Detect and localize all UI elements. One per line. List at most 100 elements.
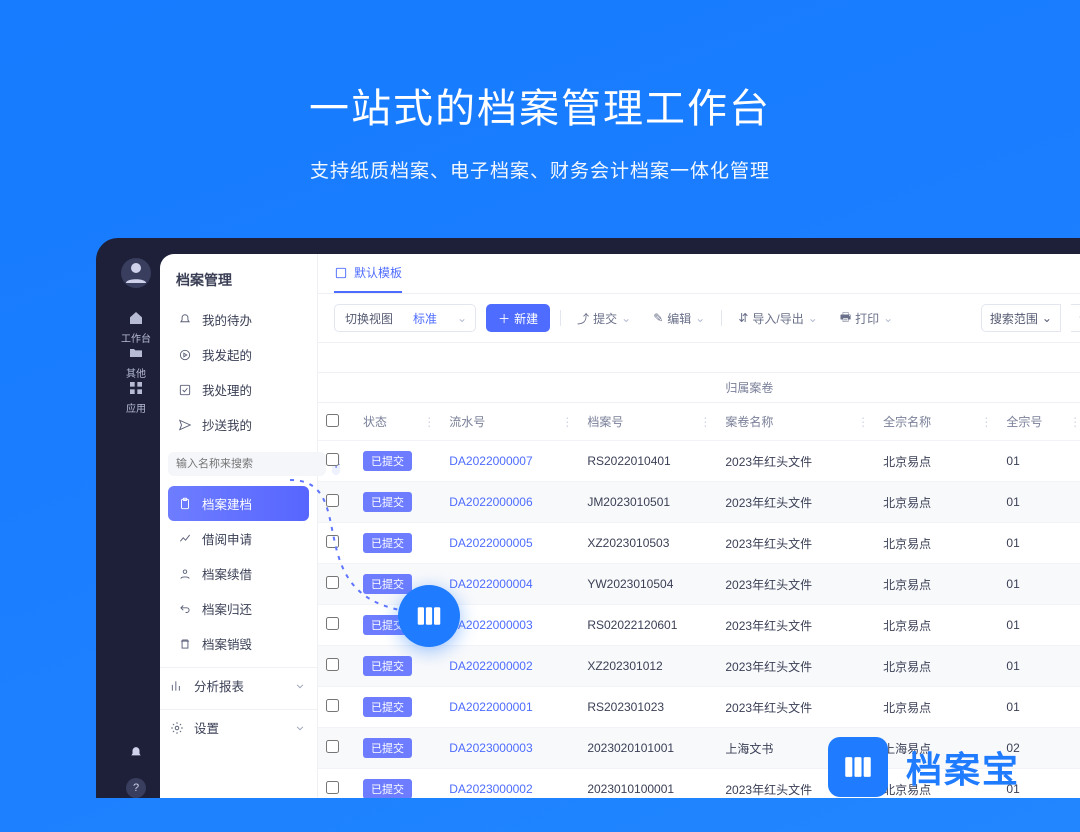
column-menu-icon[interactable]: ⋮ bbox=[1069, 415, 1080, 429]
sidebar-item-label: 档案归还 bbox=[202, 599, 252, 618]
column-header[interactable]: 档案号⋮ bbox=[579, 403, 717, 441]
row-checkbox[interactable] bbox=[326, 494, 339, 507]
template-icon bbox=[334, 266, 348, 280]
view-switch-value: 标准 bbox=[403, 310, 447, 327]
cell-doc: RS202301023 bbox=[579, 687, 717, 728]
avatar[interactable] bbox=[121, 258, 151, 288]
rail-item-grid[interactable]: 应用 bbox=[121, 380, 151, 415]
column-header[interactable]: 流水号⋮ bbox=[441, 403, 579, 441]
search-input[interactable]: 请输入搜索内 bbox=[1071, 304, 1080, 332]
column-header[interactable]: 案卷名称⋮ bbox=[717, 403, 875, 441]
cell-name: 2023年红头文件 bbox=[717, 605, 875, 646]
select-all-checkbox[interactable] bbox=[326, 414, 339, 427]
sidebar-item-trend[interactable]: 借阅申请 bbox=[168, 521, 309, 556]
row-checkbox[interactable] bbox=[326, 699, 339, 712]
table-row[interactable]: 已提交 DA2022000005 XZ2023010503 2023年红头文件 … bbox=[318, 523, 1080, 564]
app-window: 工作台 其他 应用 ? 档案管理 我的待办 我发起的 我处理的 抄送我的 bbox=[96, 238, 1080, 798]
new-button[interactable]: ＋新建 bbox=[486, 304, 550, 332]
table-row[interactable]: 已提交 DA2022000007 RS2022010401 2023年红头文件 … bbox=[318, 441, 1080, 482]
play-icon bbox=[178, 348, 192, 362]
sidebar-item-user[interactable]: 档案续借 bbox=[168, 556, 309, 591]
column-menu-icon[interactable]: ⋮ bbox=[857, 415, 869, 429]
sidebar-section-label: 设置 bbox=[194, 718, 219, 737]
table-row[interactable]: 已提交 DA2022000003 RS02022120601 2023年红头文件… bbox=[318, 605, 1080, 646]
chevron-down-icon bbox=[293, 721, 307, 735]
bell-icon[interactable] bbox=[129, 746, 143, 760]
row-checkbox[interactable] bbox=[326, 576, 339, 589]
submit-button[interactable]: ⤴ 提交⌄ bbox=[571, 304, 637, 332]
row-checkbox[interactable] bbox=[326, 535, 339, 548]
cell-doc: RS02022120601 bbox=[579, 605, 717, 646]
sidebar-item-send[interactable]: 抄送我的 bbox=[168, 407, 309, 442]
cell-fonds: 北京易点 bbox=[875, 687, 998, 728]
cell-doc: XZ2023010503 bbox=[579, 523, 717, 564]
grid-icon bbox=[128, 380, 144, 396]
table-row[interactable]: 已提交 DA2022000002 XZ202301012 2023年红头文件 北… bbox=[318, 646, 1080, 687]
edit-button[interactable]: ✎ 编辑⌄ bbox=[647, 304, 711, 332]
serial-link[interactable]: DA2022000005 bbox=[449, 536, 532, 550]
serial-link[interactable]: DA2022000007 bbox=[449, 454, 532, 468]
sidebar-section-chart[interactable]: 分析报表 bbox=[160, 667, 317, 703]
row-checkbox[interactable] bbox=[326, 740, 339, 753]
cell-fno: 01 bbox=[998, 523, 1080, 564]
row-checkbox[interactable] bbox=[326, 658, 339, 671]
chart-icon bbox=[170, 679, 184, 693]
sidebar-item-label: 我的待办 bbox=[202, 310, 252, 329]
table-row[interactable]: 已提交 DA2022000006 JM2023010501 2023年红头文件 … bbox=[318, 482, 1080, 523]
cell-name: 2023年红头文件 bbox=[717, 646, 875, 687]
records-table: 归属案卷 状态⋮流水号⋮档案号⋮案卷名称⋮全宗名称⋮全宗号⋮卷库名称⋮ 已提交 … bbox=[318, 373, 1080, 798]
serial-link[interactable]: DA2022000003 bbox=[449, 618, 532, 632]
column-menu-icon[interactable]: ⋮ bbox=[699, 415, 711, 429]
brand-lockup: 档案宝 bbox=[828, 737, 1020, 797]
column-header[interactable]: 全宗名称⋮ bbox=[875, 403, 998, 441]
import-export-button[interactable]: ⇵ 导入/导出⌄ bbox=[732, 304, 823, 332]
table-row[interactable]: 已提交 DA2022000001 RS202301023 2023年红头文件 北… bbox=[318, 687, 1080, 728]
sidebar-item-bell[interactable]: 我的待办 bbox=[168, 302, 309, 337]
sidebar-section-gear[interactable]: 设置 bbox=[160, 709, 317, 745]
row-checkbox[interactable] bbox=[326, 781, 339, 794]
sidebar-section-label: 分析报表 bbox=[194, 676, 244, 695]
sidebar-item-label: 我发起的 bbox=[202, 345, 252, 364]
print-button[interactable]: 🖶 打印⌄ bbox=[834, 304, 899, 332]
column-menu-icon[interactable]: ⋮ bbox=[980, 415, 992, 429]
cell-doc: JM2023010501 bbox=[579, 482, 717, 523]
serial-link[interactable]: DA2023000002 bbox=[449, 782, 532, 796]
serial-link[interactable]: DA2022000001 bbox=[449, 700, 532, 714]
column-group-header: 归属案卷 bbox=[717, 373, 1080, 403]
serial-link[interactable]: DA2023000003 bbox=[449, 741, 532, 755]
sidebar-item-trash[interactable]: 档案销毁 bbox=[168, 626, 309, 661]
column-header[interactable]: 状态⋮ bbox=[355, 403, 441, 441]
cell-fno: 01 bbox=[998, 482, 1080, 523]
tab-default-template[interactable]: 默认模板 bbox=[334, 254, 402, 293]
view-switch[interactable]: 切换视图 标准 ⌄ bbox=[334, 304, 476, 332]
serial-link[interactable]: DA2022000004 bbox=[449, 577, 532, 591]
column-menu-icon[interactable]: ⋮ bbox=[561, 415, 573, 429]
rail-item-label: 应用 bbox=[126, 400, 146, 415]
help-icon[interactable]: ? bbox=[126, 778, 146, 798]
column-header[interactable]: 全宗号⋮ bbox=[998, 403, 1080, 441]
row-checkbox[interactable] bbox=[326, 453, 339, 466]
cell-name: 2023年红头文件 bbox=[717, 482, 875, 523]
sidebar-item-return[interactable]: 档案归还 bbox=[168, 591, 309, 626]
rail-item-home[interactable]: 工作台 bbox=[121, 310, 151, 345]
serial-link[interactable]: DA2022000006 bbox=[449, 495, 532, 509]
column-menu-icon[interactable]: ⋮ bbox=[423, 415, 435, 429]
main: 默认模板 管理全 切换视图 标准 ⌄ ＋新建 ⤴ 提交⌄ ✎ 编辑⌄ ⇵ 导入/ bbox=[318, 254, 1080, 798]
row-checkbox[interactable] bbox=[326, 617, 339, 630]
home-icon bbox=[128, 310, 144, 326]
rail-item-folder[interactable]: 其他 bbox=[121, 345, 151, 380]
status-badge: 已提交 bbox=[363, 574, 412, 594]
cell-name: 2023年红头文件 bbox=[717, 564, 875, 605]
sidebar-search-input[interactable] bbox=[168, 452, 326, 476]
user-icon bbox=[178, 567, 192, 581]
return-icon bbox=[178, 602, 192, 616]
serial-link[interactable]: DA2022000002 bbox=[449, 659, 532, 673]
folder-icon bbox=[128, 345, 144, 361]
sidebar-item-clip[interactable]: 档案建档 bbox=[168, 486, 309, 521]
status-badge: 已提交 bbox=[363, 738, 412, 758]
table-row[interactable]: 已提交 DA2022000004 YW2023010504 2023年红头文件 … bbox=[318, 564, 1080, 605]
search-scope[interactable]: 搜索范围⌄ bbox=[981, 304, 1061, 332]
cell-doc: RS2022010401 bbox=[579, 441, 717, 482]
sidebar-item-check[interactable]: 我处理的 bbox=[168, 372, 309, 407]
sidebar-item-play[interactable]: 我发起的 bbox=[168, 337, 309, 372]
